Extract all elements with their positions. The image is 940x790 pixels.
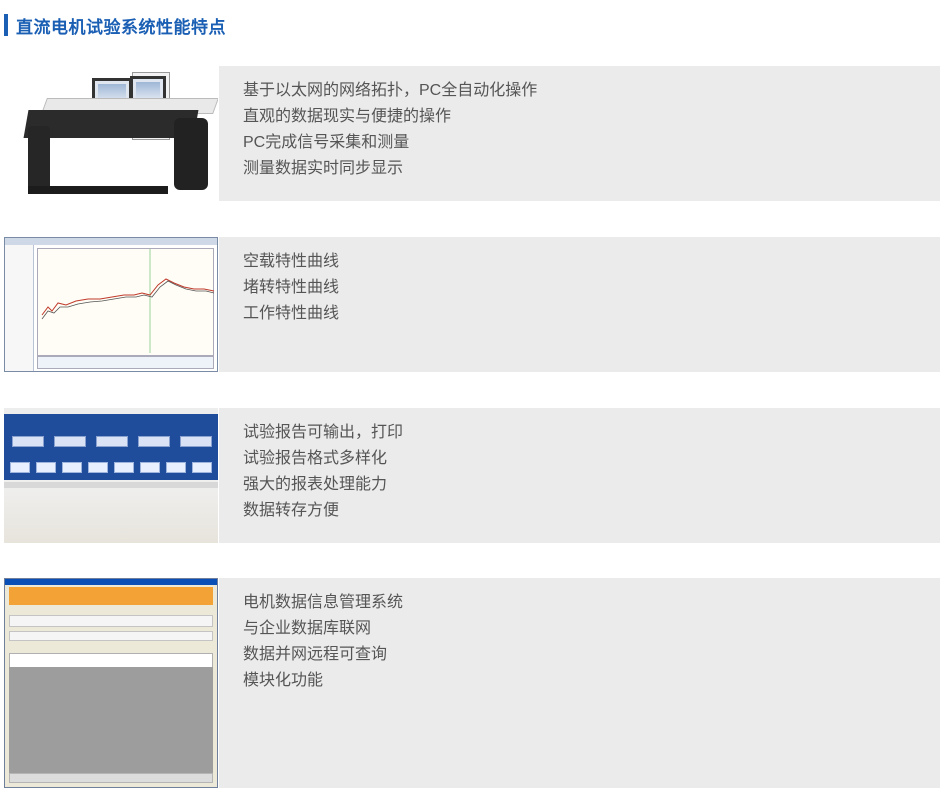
- feature-item: 工作特性曲线: [243, 305, 340, 322]
- feature-list-1: 基于以太网的网络拓扑，PC全自动化操作 直观的数据现实与便捷的操作 PC完成信号…: [243, 78, 537, 182]
- feature-row-4: 电机数据信息管理系统 与企业数据库联网 数据并网远程可查询 模块化功能: [0, 578, 940, 788]
- test-bench-desk-image: [4, 66, 218, 201]
- feature-row-2: 空载特性曲线 堵转特性曲线 工作特性曲线: [0, 237, 940, 372]
- feature-item: 与企业数据库联网: [243, 620, 372, 637]
- feature-item: PC完成信号采集和测量: [243, 134, 410, 151]
- feature-panel-3: 试验报告可输出，打印 试验报告格式多样化 强大的报表处理能力 数据转存方便: [219, 408, 940, 543]
- feature-panel-4: 电机数据信息管理系统 与企业数据库联网 数据并网远程可查询 模块化功能: [219, 578, 940, 788]
- section-header: 直流电机试验系统性能特点: [4, 12, 226, 38]
- feature-item: 模块化功能: [243, 672, 324, 689]
- feature-panel-2: 空载特性曲线 堵转特性曲线 工作特性曲线: [219, 237, 940, 372]
- feature-item: 数据并网远程可查询: [243, 646, 388, 663]
- test-report-software-image: [4, 408, 218, 543]
- characteristic-curve-software-image: [4, 237, 218, 372]
- feature-item: 电机数据信息管理系统: [243, 594, 404, 611]
- feature-item: 堵转特性曲线: [243, 279, 340, 296]
- feature-row-1: 基于以太网的网络拓扑，PC全自动化操作 直观的数据现实与便捷的操作 PC完成信号…: [0, 66, 940, 201]
- feature-row-3: 试验报告可输出，打印 试验报告格式多样化 强大的报表处理能力 数据转存方便: [0, 408, 940, 543]
- feature-item: 直观的数据现实与便捷的操作: [243, 108, 452, 125]
- feature-item: 试验报告格式多样化: [243, 450, 388, 467]
- feature-list-4: 电机数据信息管理系统 与企业数据库联网 数据并网远程可查询 模块化功能: [243, 590, 403, 694]
- motor-data-management-software-image: [4, 578, 218, 788]
- feature-item: 试验报告可输出，打印: [243, 424, 404, 441]
- feature-list-2: 空载特性曲线 堵转特性曲线 工作特性曲线: [243, 249, 339, 327]
- feature-item: 测量数据实时同步显示: [243, 160, 404, 177]
- feature-item: 空载特性曲线: [243, 253, 340, 270]
- title-accent-bar: [4, 14, 8, 36]
- feature-item: 强大的报表处理能力: [243, 476, 388, 493]
- feature-list-3: 试验报告可输出，打印 试验报告格式多样化 强大的报表处理能力 数据转存方便: [243, 420, 403, 524]
- feature-item: 数据转存方便: [243, 502, 340, 519]
- feature-item: 基于以太网的网络拓扑，PC全自动化操作: [243, 82, 538, 99]
- feature-panel-1: 基于以太网的网络拓扑，PC全自动化操作 直观的数据现实与便捷的操作 PC完成信号…: [219, 66, 940, 201]
- page-title: 直流电机试验系统性能特点: [16, 17, 226, 37]
